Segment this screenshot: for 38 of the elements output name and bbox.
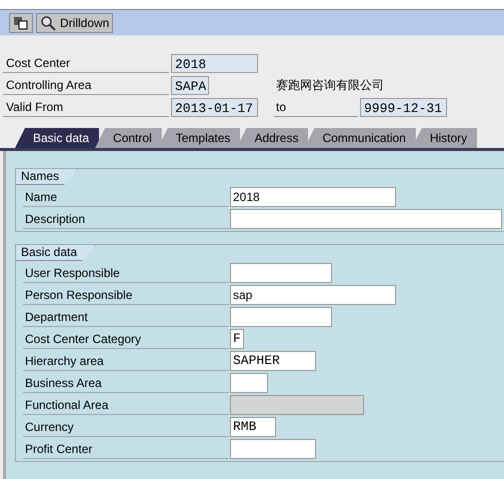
- field-label: Name: [23, 187, 229, 207]
- input-field[interactable]: [230, 209, 502, 229]
- input-field[interactable]: [230, 439, 316, 459]
- value-field: 2018: [171, 54, 258, 73]
- field-label: Valid From: [3, 97, 169, 117]
- field-label: Department: [23, 307, 229, 327]
- value-field: 9999-12-31: [360, 98, 447, 117]
- group-title: Names: [16, 169, 78, 185]
- input-field[interactable]: sap: [230, 285, 396, 305]
- input-field[interactable]: SAPHER: [230, 351, 316, 371]
- field-label: Person Responsible: [23, 285, 229, 305]
- copy-icon: [13, 14, 29, 30]
- field-label: Business Area: [23, 373, 229, 393]
- group-title: Basic data: [16, 245, 96, 261]
- input-field[interactable]: [230, 373, 268, 393]
- value-field: SAPA: [171, 76, 209, 95]
- input-field[interactable]: 2018: [230, 187, 396, 207]
- copy-button[interactable]: [9, 12, 33, 32]
- field-label: Description: [23, 209, 229, 229]
- drilldown-button[interactable]: Drilldown: [36, 12, 114, 32]
- field-label: Cost Center Category: [23, 329, 229, 349]
- field-label: Controlling Area: [3, 75, 169, 95]
- field-label: Hierarchy area: [23, 351, 229, 371]
- input-field[interactable]: F: [230, 329, 244, 349]
- input-field[interactable]: [230, 307, 332, 327]
- field-label: Cost Center: [3, 53, 169, 73]
- field-label: Functional Area: [23, 395, 229, 415]
- input-field[interactable]: [230, 263, 332, 283]
- field-label: to: [274, 97, 358, 117]
- field-label: Currency: [23, 417, 229, 437]
- field-label: Profit Center: [23, 439, 229, 459]
- tab[interactable]: Basic data: [15, 128, 100, 148]
- tab[interactable]: Control: [95, 128, 162, 148]
- value-field: 2013-01-17: [171, 98, 258, 117]
- input-field[interactable]: RMB: [230, 417, 276, 437]
- field-label: User Responsible: [23, 263, 229, 283]
- company-name: 赛跑网咨询有限公司: [276, 77, 384, 94]
- magnifier-icon: [40, 14, 56, 30]
